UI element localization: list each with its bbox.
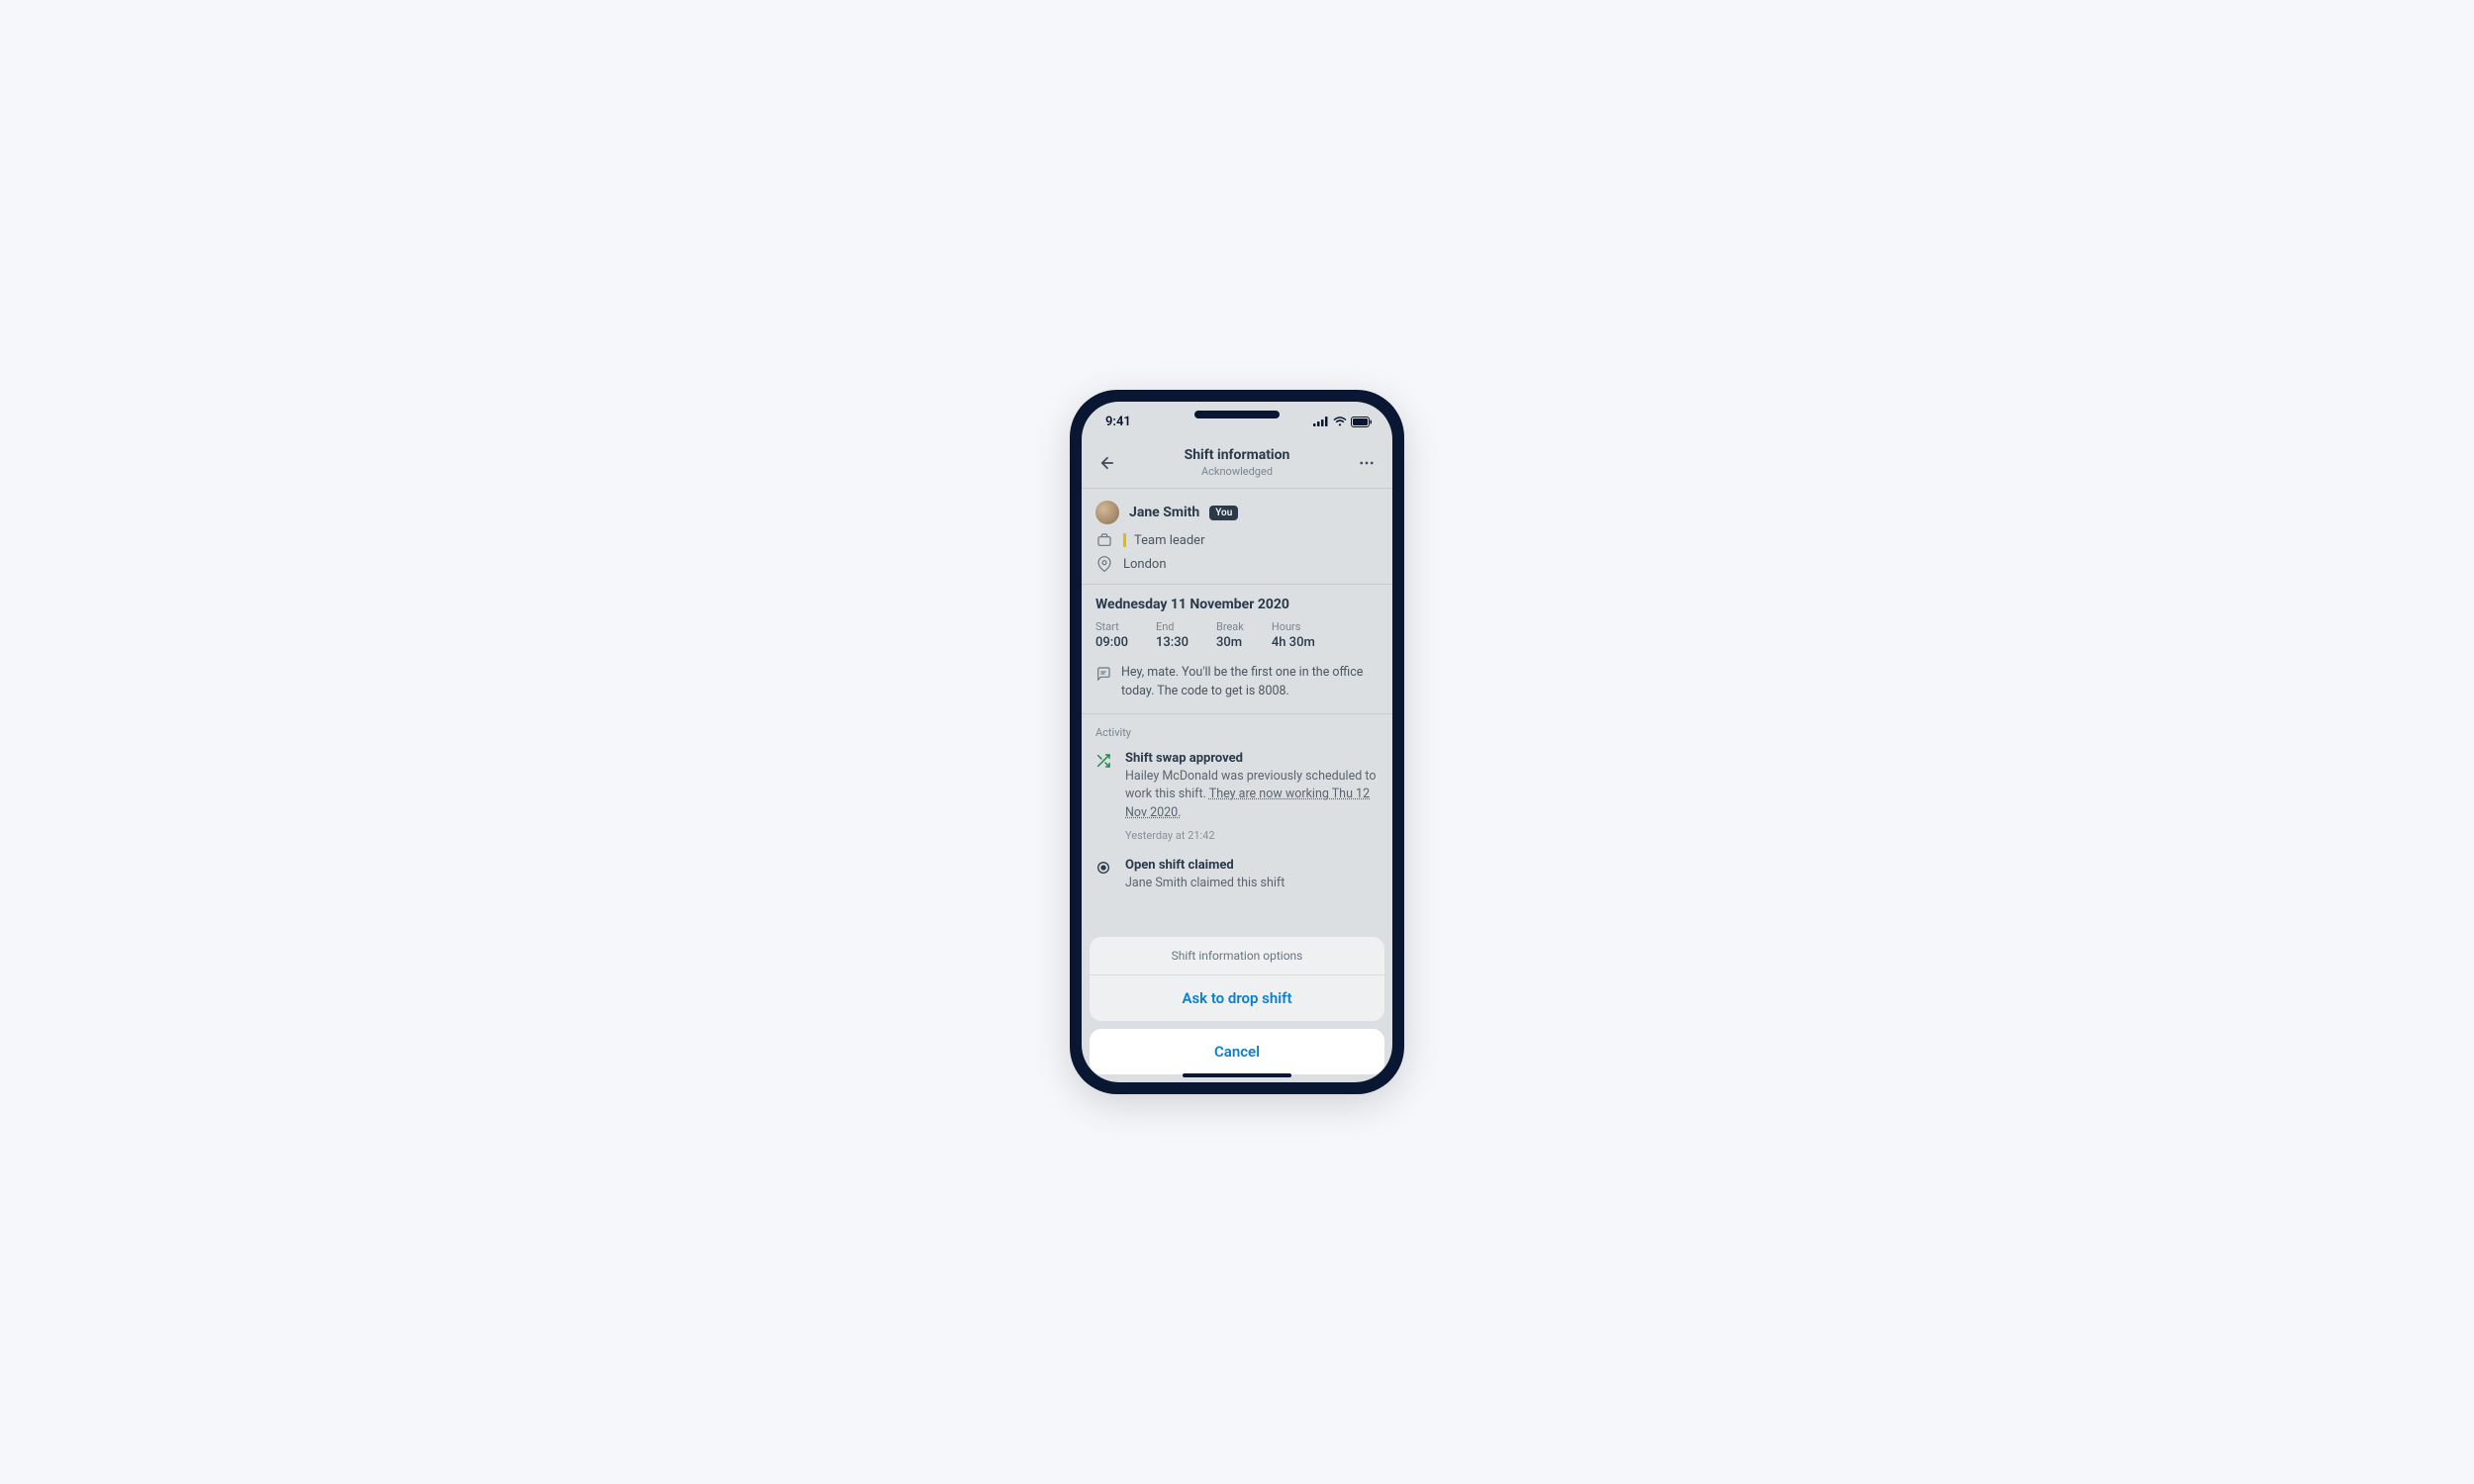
status-icons: [1313, 417, 1373, 427]
user-section: Jane Smith You Team leader: [1082, 489, 1392, 585]
location-pin-icon: [1095, 556, 1113, 572]
avatar: [1095, 501, 1119, 524]
notch: [1183, 402, 1291, 427]
shift-note: Hey, mate. You'll be the first one in th…: [1121, 664, 1379, 701]
time-value: 09:00: [1095, 635, 1128, 650]
sheet-title: Shift information options: [1090, 937, 1384, 975]
arrow-left-icon: [1098, 454, 1116, 472]
role-color-bar: [1123, 533, 1126, 547]
action-sheet: Shift information options Ask to drop sh…: [1082, 937, 1392, 1082]
you-badge: You: [1209, 506, 1238, 520]
phone-frame: 9:41 Shift information Acknowledged: [1070, 390, 1404, 1094]
time-value: 4h 30m: [1272, 635, 1315, 650]
time-label: End: [1156, 620, 1189, 633]
activity-title: Shift swap approved: [1125, 751, 1379, 766]
time-value: 13:30: [1156, 635, 1189, 650]
page-subtitle: Acknowledged: [1185, 465, 1290, 478]
time-label: Break: [1216, 620, 1244, 633]
user-name: Jane Smith: [1129, 505, 1199, 520]
time-label: Start: [1095, 620, 1128, 633]
user-location: London: [1123, 557, 1167, 572]
battery-icon: [1351, 417, 1373, 427]
more-button[interactable]: [1355, 451, 1379, 475]
nav-header: Shift information Acknowledged: [1082, 441, 1392, 489]
back-button[interactable]: [1095, 451, 1119, 475]
status-time: 9:41: [1105, 415, 1131, 429]
page-title: Shift information: [1185, 447, 1290, 463]
shift-section: Wednesday 11 November 2020 Start 09:00 E…: [1082, 585, 1392, 714]
signal-icon: [1313, 417, 1329, 426]
activity-timestamp: Yesterday at 21:42: [1125, 829, 1379, 842]
shift-date: Wednesday 11 November 2020: [1095, 597, 1379, 612]
briefcase-icon: [1095, 532, 1113, 548]
message-icon: [1095, 666, 1111, 701]
activity-title: Open shift claimed: [1125, 858, 1285, 873]
target-icon: [1095, 860, 1113, 893]
activity-item: Shift swap approved Hailey McDonald was …: [1082, 745, 1392, 852]
user-role: Team leader: [1134, 533, 1204, 548]
ask-to-drop-shift-button[interactable]: Ask to drop shift: [1090, 975, 1384, 1021]
activity-description: Hailey McDonald was previously scheduled…: [1125, 768, 1379, 823]
shuffle-icon: [1095, 753, 1113, 842]
time-value: 30m: [1216, 635, 1244, 650]
home-indicator[interactable]: [1183, 1073, 1291, 1077]
activity-description: Jane Smith claimed this shift: [1125, 875, 1285, 893]
phone-screen: 9:41 Shift information Acknowledged: [1082, 402, 1392, 1082]
shift-times: Start 09:00 End 13:30 Break 30m Hours: [1095, 620, 1379, 650]
activity-item: Open shift claimed Jane Smith claimed th…: [1082, 852, 1392, 903]
more-horizontal-icon: [1358, 454, 1376, 472]
activity-label: Activity: [1082, 714, 1392, 745]
cancel-button[interactable]: Cancel: [1090, 1029, 1384, 1074]
wifi-icon: [1333, 417, 1347, 426]
time-label: Hours: [1272, 620, 1315, 633]
